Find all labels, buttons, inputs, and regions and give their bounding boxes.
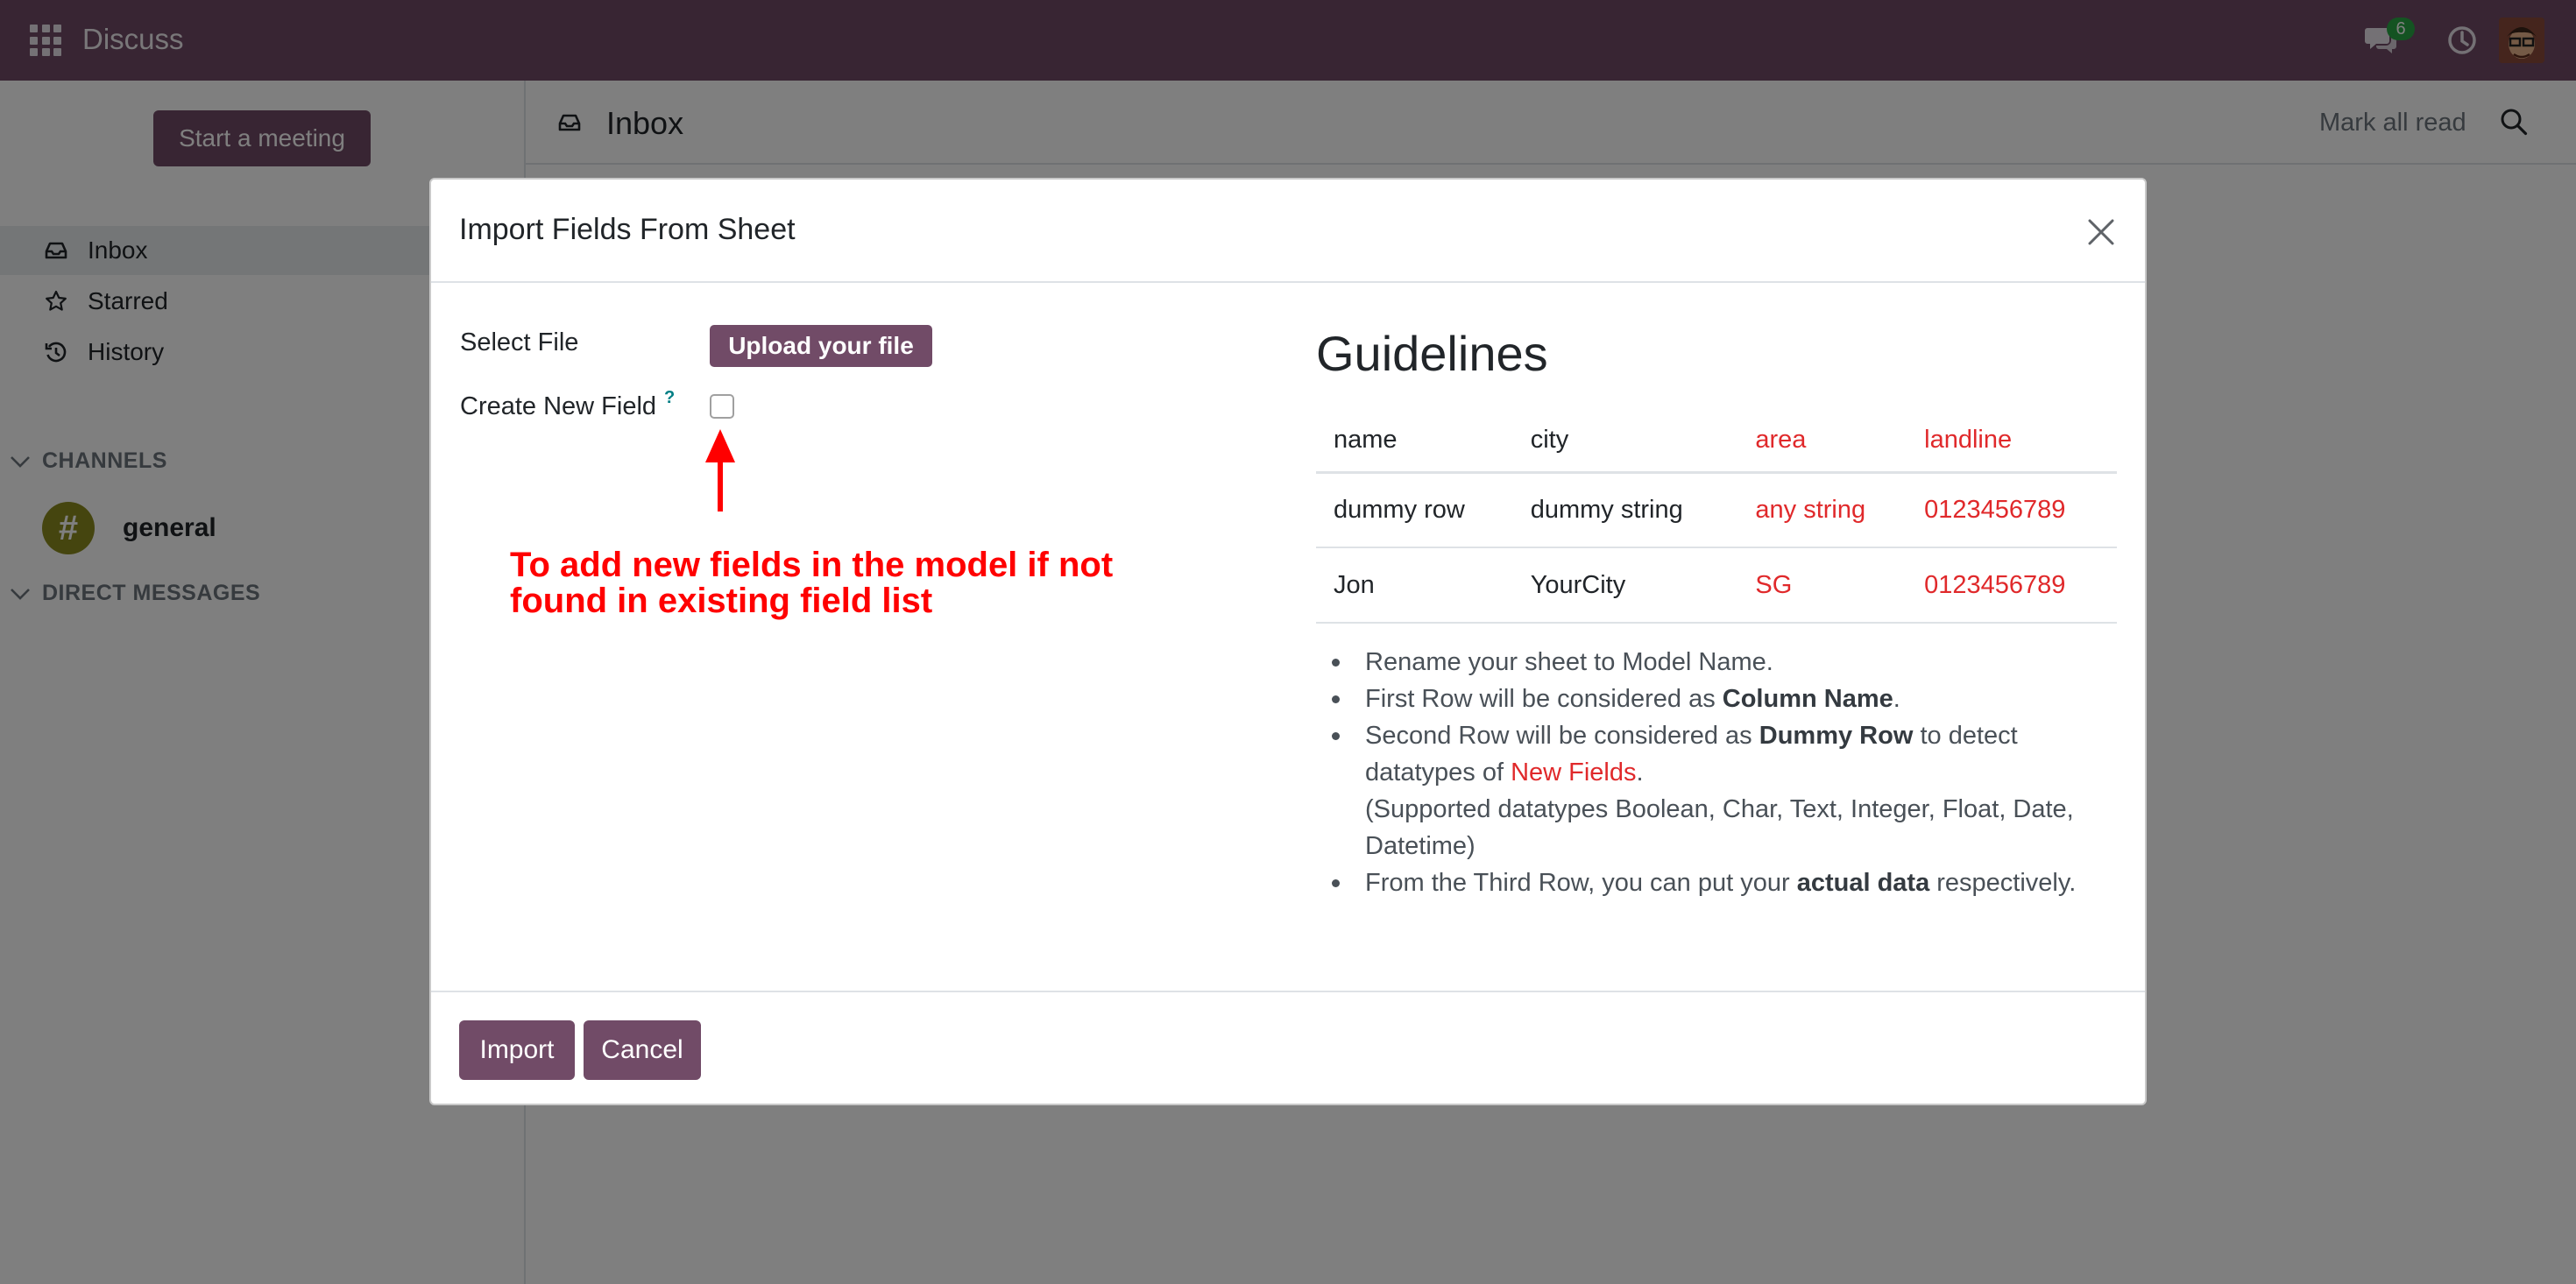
table-row: Jon YourCity SG 0123456789 <box>1316 547 2117 624</box>
guidelines-list: Rename your sheet to Model Name. First R… <box>1332 644 2117 901</box>
column-header: landline <box>1907 409 2117 474</box>
modal-title: Import Fields From Sheet <box>459 213 796 246</box>
column-header: city <box>1512 409 1738 474</box>
annotation-text: To add new fields in the model if not fo… <box>510 546 1114 620</box>
list-item: Second Row will be considered as Dummy R… <box>1332 717 2117 864</box>
import-fields-dialog: Import Fields From Sheet Select File Upl… <box>429 178 2147 1105</box>
table-cell: Jon <box>1316 547 1513 624</box>
import-button[interactable]: Import <box>459 1020 575 1080</box>
help-tooltip-icon[interactable]: ? <box>664 388 675 408</box>
table-cell: 0123456789 <box>1907 472 2117 548</box>
cancel-button[interactable]: Cancel <box>584 1020 701 1080</box>
guideline-text: Second Row will be considered as <box>1365 722 1759 750</box>
table-cell: YourCity <box>1512 547 1738 624</box>
guideline-text: From the Third Row, you can put your <box>1365 869 1797 897</box>
guideline-text: respectively. <box>1929 869 2077 897</box>
table-cell: dummy row <box>1316 472 1513 548</box>
upload-file-button[interactable]: Upload your file <box>710 325 932 367</box>
guidelines-title: Guidelines <box>1316 326 1548 381</box>
list-item: First Row will be considered as Column N… <box>1332 681 2117 717</box>
modal-footer: Import Cancel <box>431 991 2145 1107</box>
column-header: area <box>1737 409 1907 474</box>
create-new-field-label: Create New Field <box>460 392 657 420</box>
guideline-note: (Supported datatypes Boolean, Char, Text… <box>1365 795 2074 860</box>
guideline-highlight: New Fields <box>1511 758 1637 787</box>
guideline-text: First Row will be considered as <box>1365 685 1723 713</box>
guideline-text: . <box>1636 758 1644 787</box>
guidelines-table: name city area landline dummy row dummy … <box>1316 409 2117 624</box>
table-cell: SG <box>1737 547 1907 624</box>
select-file-label: Select File <box>460 328 579 356</box>
table-cell: any string <box>1737 472 1907 548</box>
list-item: From the Third Row, you can put your act… <box>1332 864 2117 901</box>
table-row: dummy row dummy string any string 012345… <box>1316 472 2117 548</box>
column-header: name <box>1316 409 1513 474</box>
arrow-up-icon <box>705 429 735 511</box>
list-item: Rename your sheet to Model Name. <box>1332 644 2117 681</box>
guideline-bold: actual data <box>1796 869 1930 897</box>
table-cell: dummy string <box>1512 472 1738 548</box>
guideline-bold: Dummy Row <box>1759 722 1914 750</box>
table-cell: 0123456789 <box>1907 547 2117 624</box>
guideline-bold: Column Name <box>1722 685 1893 713</box>
close-icon[interactable] <box>2085 216 2117 248</box>
modal-header: Import Fields From Sheet <box>431 180 2145 283</box>
table-header-row: name city area landline <box>1316 409 2117 474</box>
guideline-text: Rename your sheet to Model Name. <box>1365 648 1773 676</box>
guideline-text: . <box>1893 685 1900 713</box>
create-new-field-checkbox[interactable] <box>710 394 734 419</box>
